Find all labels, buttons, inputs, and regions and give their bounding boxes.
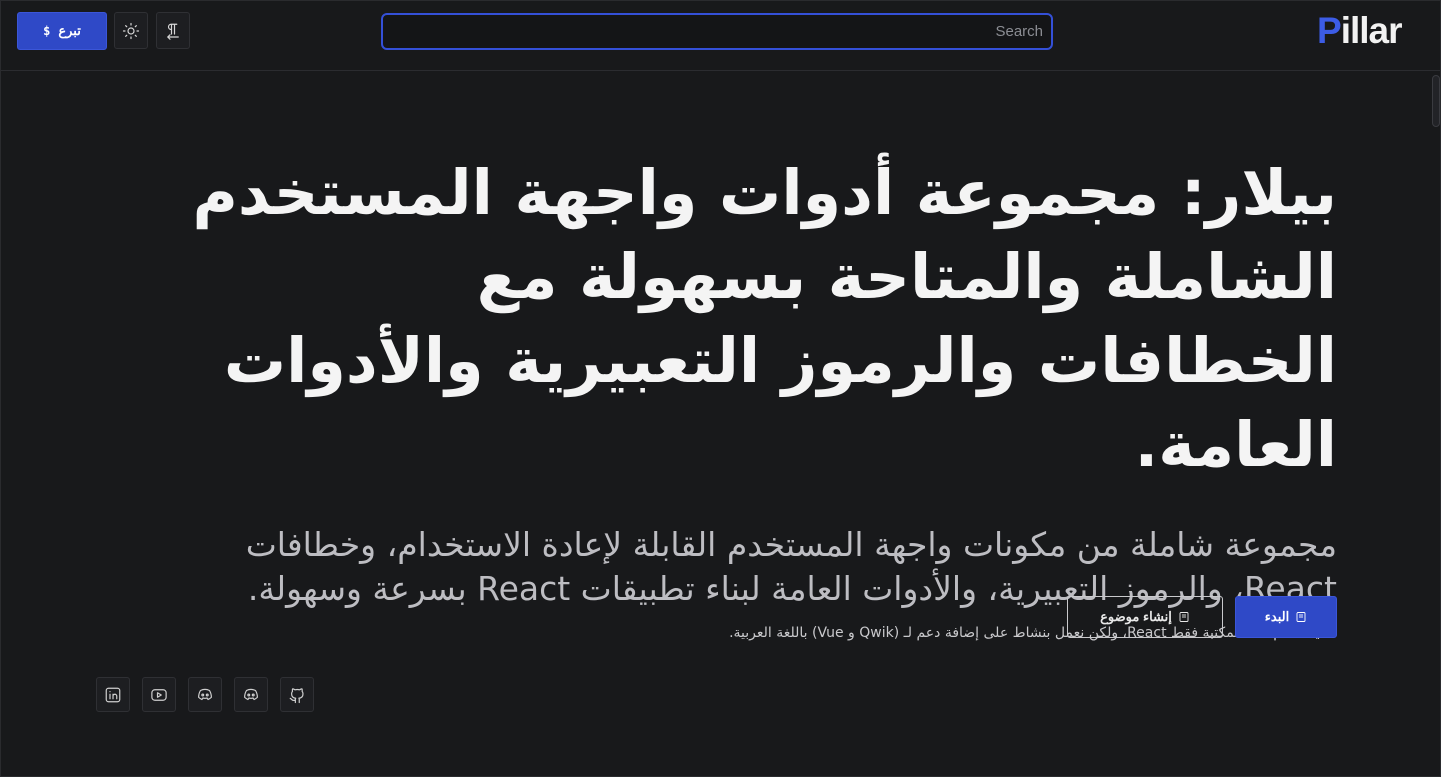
discord-link-secondary[interactable]	[234, 677, 268, 712]
pillar-logo[interactable]: Pillar	[1317, 9, 1403, 53]
discord-icon	[241, 686, 261, 704]
paragraph-direction-icon	[164, 22, 182, 40]
get-started-label: البدء	[1264, 609, 1290, 624]
youtube-icon	[149, 686, 169, 704]
text-direction-button[interactable]	[156, 12, 190, 49]
note-icon	[1178, 611, 1190, 623]
discord-icon	[195, 686, 215, 704]
donate-label: تبرع	[58, 23, 81, 38]
github-link[interactable]	[280, 677, 314, 712]
social-links	[96, 677, 314, 712]
app-window: $ تبرع Pillar	[0, 0, 1441, 777]
linkedin-icon	[104, 686, 122, 704]
github-icon	[288, 686, 306, 704]
discord-link[interactable]	[188, 677, 222, 712]
hero-section: بيلار: مجموعة أدوات واجهة المستخدم الشام…	[177, 151, 1337, 643]
youtube-link[interactable]	[142, 677, 176, 712]
scrollbar-thumb[interactable]	[1432, 75, 1440, 127]
sun-icon	[122, 22, 140, 40]
top-navbar: $ تبرع Pillar	[1, 1, 1440, 71]
linkedin-link[interactable]	[96, 677, 130, 712]
create-topic-button[interactable]: إنشاء موضوع	[1067, 596, 1223, 638]
get-started-button[interactable]: البدء	[1235, 596, 1337, 638]
create-topic-label: إنشاء موضوع	[1100, 609, 1172, 624]
cta-buttons: البدء إنشاء موضوع	[1067, 596, 1337, 638]
donate-button[interactable]: $ تبرع	[17, 12, 107, 50]
dollar-icon: $	[43, 24, 51, 38]
theme-toggle-button[interactable]	[114, 12, 148, 49]
hero-title: بيلار: مجموعة أدوات واجهة المستخدم الشام…	[192, 156, 1337, 481]
book-icon	[1295, 611, 1307, 623]
search-input[interactable]	[381, 13, 1053, 50]
